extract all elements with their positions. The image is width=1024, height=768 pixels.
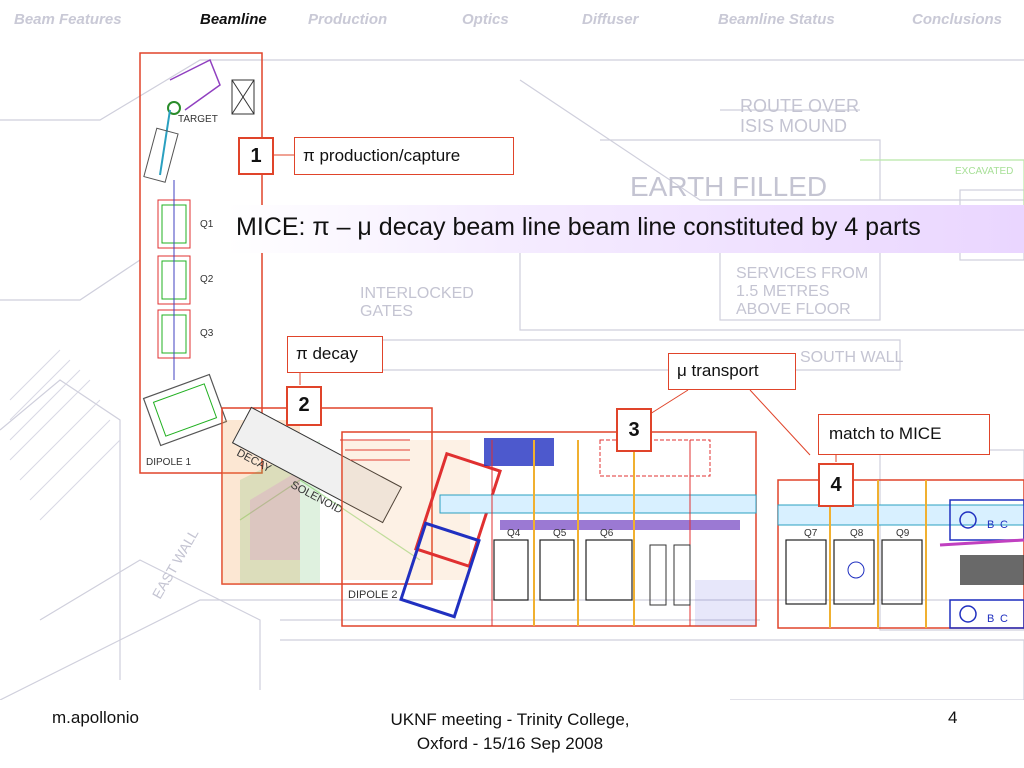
q5-label: Q5	[553, 528, 567, 539]
services-line1: SERVICES FROM	[736, 265, 868, 282]
banner-text: MICE: π – μ decay beam line beam line co…	[236, 213, 921, 241]
top-navigation: Beam Features Beamline Production Optics…	[0, 0, 1024, 40]
dipole1-label: DIPOLE 1	[146, 457, 191, 468]
interlocked-text: INTERLOCKED	[360, 285, 474, 302]
nav-item-diffuser[interactable]: Diffuser	[582, 11, 638, 28]
nav-item-production[interactable]: Production	[308, 11, 387, 28]
nav-item-beamline[interactable]: Beamline	[200, 11, 267, 28]
mu-transport-label: μ transport	[668, 353, 796, 390]
dipole2-label: DIPOLE 2	[348, 589, 398, 601]
services-line3: ABOVE FLOOR	[736, 301, 851, 318]
q9-label: Q9	[896, 528, 910, 539]
q3-label: Q3	[200, 328, 214, 339]
part1-drawing: TARGET Q1 Q2 Q3 DIPOLE 1	[139, 52, 263, 474]
earth-filled-text: EARTH FILLED	[630, 171, 827, 202]
footer-page-number: 4	[948, 708, 958, 727]
title-banner: MICE: π – μ decay beam line beam line co…	[226, 205, 1024, 253]
q2-label: Q2	[200, 274, 214, 285]
nav-item-beamline-status[interactable]: Beamline Status	[718, 11, 835, 28]
excavated-text: EXCAVATED	[955, 166, 1013, 177]
left-hatch	[9, 349, 121, 521]
part-number-3: 3	[616, 408, 652, 452]
part3-drawing: DIPOLE 2 Q4 Q5 Q6	[341, 431, 757, 627]
gates-text: GATES	[360, 303, 413, 320]
b-label-top: B	[987, 519, 994, 531]
production-capture-label: π production/capture	[294, 137, 514, 175]
pi-decay-label: π decay	[287, 336, 383, 373]
q6-label: Q6	[600, 528, 614, 539]
q1-label: Q1	[200, 219, 214, 230]
part-number-2: 2	[286, 386, 322, 426]
part-number-1: 1	[238, 137, 274, 175]
q7-label: Q7	[804, 528, 818, 539]
footer-author: m.apollonio	[52, 708, 139, 727]
q4-label: Q4	[507, 528, 521, 539]
nav-item-conclusions[interactable]: Conclusions	[912, 11, 1002, 28]
c-label-top: C	[1000, 519, 1008, 531]
c-label-bottom: C	[1000, 613, 1008, 625]
match-to-mice-label: match to MICE	[818, 414, 990, 455]
footer-meeting-line1: UKNF meeting - Trinity College,	[390, 710, 630, 729]
services-line2: 1.5 METRES	[736, 283, 829, 300]
footer-meeting: UKNF meeting - Trinity College, Oxford -…	[340, 708, 680, 756]
isis-mound-text: ISIS MOUND	[740, 116, 847, 136]
south-wall-text: SOUTH WALL	[800, 349, 904, 366]
b-label-bottom: B	[987, 613, 994, 625]
part4-drawing: Q7 Q8 Q9 B C B C	[777, 479, 1024, 629]
target-label: TARGET	[178, 114, 218, 125]
nav-item-optics[interactable]: Optics	[462, 11, 509, 28]
part-number-4: 4	[818, 463, 854, 507]
footer-meeting-line2: Oxford - 15/16 Sep 2008	[416, 734, 604, 753]
route-over-text: ROUTE OVER	[740, 96, 859, 116]
nav-item-beam-features[interactable]: Beam Features	[14, 11, 122, 28]
east-wall-text: EAST WALL	[149, 526, 202, 602]
q8-label: Q8	[850, 528, 864, 539]
